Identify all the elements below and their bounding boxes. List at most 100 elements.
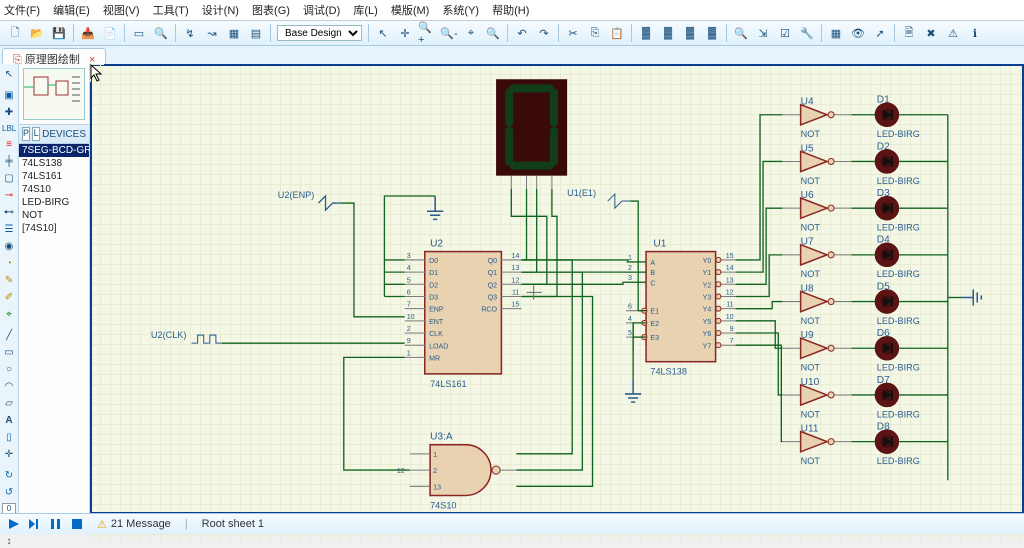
pcb-icon[interactable]: ▦ (826, 23, 846, 43)
list-item[interactable]: 7SEG-BCD-GRN (19, 144, 89, 157)
block2-icon[interactable]: ▓ (658, 23, 678, 43)
3d-icon[interactable]: 👁 (848, 23, 868, 43)
rotccw-icon[interactable]: ↺ (1, 486, 17, 499)
label-mode-icon[interactable]: LBL (1, 123, 17, 134)
block3-icon[interactable]: ▓ (680, 23, 700, 43)
select-mode-icon[interactable]: ↖ (1, 68, 17, 81)
bom-icon[interactable]: 🗎 (899, 23, 919, 43)
pin-mode-icon[interactable]: ⊷ (1, 206, 17, 219)
terminal-mode-icon[interactable]: ⊸ (1, 189, 17, 202)
import-icon[interactable]: 📥 (78, 23, 98, 43)
rect-mode-icon[interactable]: ▭ (1, 346, 17, 359)
graph-mode-icon[interactable]: ☰ (1, 223, 17, 236)
menu-help[interactable]: 帮助(H) (492, 5, 529, 17)
symbol-mode-icon[interactable]: ▯ (1, 431, 17, 444)
mask-icon[interactable]: ▦ (224, 23, 244, 43)
probe-u2clk[interactable]: U2(CLK) (151, 330, 222, 343)
zoom-in-icon[interactable]: 🔍+ (417, 23, 437, 43)
block4-icon[interactable]: ▓ (702, 23, 722, 43)
props-icon[interactable]: ▤ (246, 23, 266, 43)
cross-icon[interactable]: ✛ (395, 23, 415, 43)
tape-mode-icon[interactable]: ◉ (1, 240, 17, 253)
menu-view[interactable]: 视图(V) (103, 5, 140, 17)
menu-lib[interactable]: 库(L) (353, 5, 377, 17)
menu-sys[interactable]: 系统(Y) (442, 5, 479, 17)
gen-mode-icon[interactable]: ◔ (1, 257, 17, 270)
variant-combo[interactable]: Base Design (277, 25, 362, 41)
paste-icon[interactable]: 📋 (607, 23, 627, 43)
probe-i-icon[interactable]: ✐ (1, 291, 17, 304)
area-icon[interactable]: ▭ (129, 23, 149, 43)
flipv-icon[interactable]: ↕ (1, 535, 17, 548)
copy-icon[interactable]: ⎘ (585, 23, 605, 43)
overview-thumbnail[interactable] (23, 68, 85, 120)
autowire-icon[interactable]: ↝ (202, 23, 222, 43)
status-messages[interactable]: 21 Message (111, 518, 171, 530)
instr-mode-icon[interactable]: ⌖ (1, 308, 17, 321)
zoom-all-icon[interactable]: 🔍 (483, 23, 503, 43)
pause-button[interactable] (46, 516, 66, 532)
list-item[interactable]: NOT (19, 209, 89, 222)
list-item[interactable]: LED-BIRG (19, 196, 89, 209)
drc-icon[interactable]: ☑ (775, 23, 795, 43)
probe-u2enp[interactable]: U2(ENP) (278, 190, 341, 210)
probe-v-icon[interactable]: ✎ (1, 274, 17, 287)
arc-mode-icon[interactable]: ◠ (1, 380, 17, 393)
wire-icon[interactable]: ↯ (180, 23, 200, 43)
tag-icon[interactable]: ⇲ (753, 23, 773, 43)
textg-mode-icon[interactable]: A (1, 414, 17, 427)
play-button[interactable] (4, 516, 24, 532)
list-item[interactable]: [74S10] (19, 222, 89, 235)
line-mode-icon[interactable]: ╱ (1, 329, 17, 342)
page-icon[interactable]: 📄 (100, 23, 120, 43)
err-icon[interactable]: ⚠ (943, 23, 963, 43)
open-icon[interactable]: 📂 (27, 23, 47, 43)
text-mode-icon[interactable]: ≡ (1, 138, 17, 151)
search-icon[interactable]: 🔍 (731, 23, 751, 43)
seven-seg-display[interactable] (496, 79, 567, 189)
stop-button[interactable] (67, 516, 87, 532)
zoom-fit-icon[interactable]: ⌖ (461, 23, 481, 43)
chip-u1[interactable]: U1 1A2B3C6E14E25E3 Y015Y114Y213Y312Y411Y… (626, 239, 736, 377)
cursor-icon[interactable]: ↖ (373, 23, 393, 43)
cut-icon[interactable]: ✂ (563, 23, 583, 43)
save-icon[interactable]: 💾 (49, 23, 69, 43)
pick-l-button[interactable]: L (32, 127, 40, 141)
menu-tmpl[interactable]: 模版(M) (391, 5, 430, 17)
zoom-area-icon[interactable]: 🔍 (151, 23, 171, 43)
wrench-icon[interactable]: 🔧 (797, 23, 817, 43)
menu-edit[interactable]: 编辑(E) (53, 5, 90, 17)
new-icon[interactable]: 🗋 (5, 23, 25, 43)
list-item[interactable]: 74LS138 (19, 157, 89, 170)
menu-debug[interactable]: 调试(D) (303, 5, 340, 17)
subckt-mode-icon[interactable]: ▢ (1, 172, 17, 185)
devices-list[interactable]: 7SEG-BCD-GRN 74LS138 74LS161 74S10 LED-B… (19, 144, 89, 514)
list-item[interactable]: 74S10 (19, 183, 89, 196)
probe-u1e1[interactable]: U1(E1) (567, 188, 630, 208)
menu-design[interactable]: 设计(N) (202, 5, 239, 17)
warning-icon[interactable]: ⚠ (97, 518, 107, 531)
bus-mode-icon[interactable]: ╪ (1, 155, 17, 168)
step-button[interactable] (25, 516, 45, 532)
info-icon[interactable]: ℹ (965, 23, 985, 43)
menu-file[interactable]: 文件(F) (4, 5, 40, 17)
menu-tools[interactable]: 工具(T) (153, 5, 189, 17)
block1-icon[interactable]: ▓ (636, 23, 656, 43)
junction-mode-icon[interactable]: ✚ (1, 106, 17, 119)
pick-p-button[interactable]: P (22, 127, 30, 141)
redo-icon[interactable]: ↷ (534, 23, 554, 43)
gate-u3[interactable]: U3:A 1 2 13 12 74S10 (397, 432, 517, 511)
chip-u2[interactable]: U2 3D04D15D26D37ENP10ENT2CLK9LOAD1MR Q01… (405, 239, 522, 389)
zoom-out-icon[interactable]: 🔍- (439, 23, 459, 43)
del-icon[interactable]: ✖ (921, 23, 941, 43)
undo-icon[interactable]: ↶ (512, 23, 532, 43)
component-mode-icon[interactable]: ▣ (1, 89, 17, 102)
poly-mode-icon[interactable]: ▱ (1, 397, 17, 410)
schematic-canvas[interactable]: U2 3D04D15D26D37ENP10ENT2CLK9LOAD1MR Q01… (90, 64, 1024, 514)
rotcw-icon[interactable]: ↻ (1, 469, 17, 482)
circle-mode-icon[interactable]: ○ (1, 363, 17, 376)
list-item[interactable]: 74LS161 (19, 170, 89, 183)
export-icon[interactable]: ➚ (870, 23, 890, 43)
marker-mode-icon[interactable]: ✛ (1, 448, 17, 461)
menu-graph[interactable]: 图表(G) (252, 5, 290, 17)
